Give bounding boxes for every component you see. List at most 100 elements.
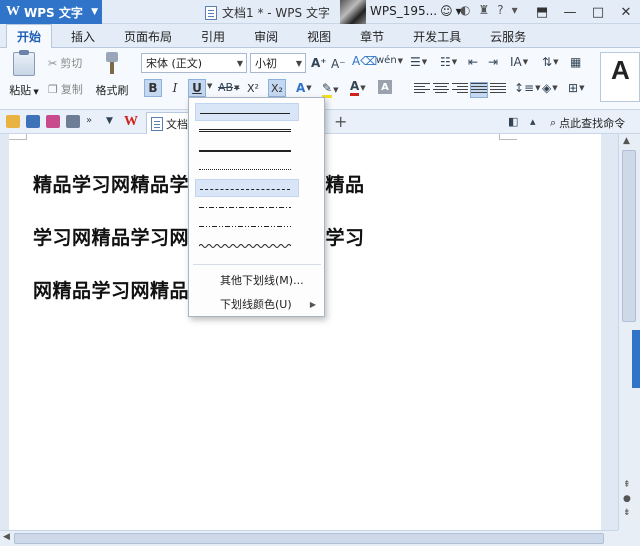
bullet-list-button[interactable]: ☰ ▼ (410, 55, 427, 69)
align-left-icon[interactable] (414, 83, 430, 97)
open-folder-icon[interactable] (6, 115, 20, 128)
strike-icon: AB (218, 81, 234, 94)
export-icon[interactable] (46, 115, 60, 128)
line-spacing-button[interactable]: ↕≡ ▼ (514, 81, 541, 95)
underline-dropdown[interactable]: ▼ (207, 82, 212, 90)
number-list-button[interactable]: ☷ ▼ (440, 55, 457, 69)
prev-page-icon[interactable]: ⇞ (623, 480, 631, 490)
sort-button[interactable]: ⇅ ▼ (542, 55, 558, 69)
char-shading-icon[interactable]: A (378, 80, 392, 94)
shrink-font-button[interactable]: A⁻ (331, 57, 346, 71)
tab-references[interactable]: 引用 (191, 25, 235, 47)
d-icon[interactable]: ◧ (508, 115, 518, 128)
style-sample: A (611, 55, 630, 85)
other-underline-item[interactable]: 其他下划线(M)... (189, 269, 324, 291)
skin-icon[interactable]: ◐ (460, 3, 470, 17)
app-menu-button[interactable]: W WPS 文字 ▼ (0, 0, 102, 24)
scroll-corner (618, 530, 640, 546)
underline-button[interactable]: U (188, 79, 206, 97)
user-account[interactable]: WPS_195... ☺ ▼ (370, 4, 462, 18)
underline-double-option[interactable] (195, 122, 299, 140)
border-icon: ⊞ (568, 81, 579, 95)
tab-insert[interactable]: 插入 (61, 25, 105, 47)
subscript-button[interactable]: X₂ (268, 79, 286, 97)
title-bar: W WPS 文字 ▼ 文档1 * - WPS 文字 WPS_195... ☺ ▼… (0, 0, 640, 24)
decrease-indent-icon[interactable]: ⇤ (468, 55, 478, 69)
cut-button[interactable]: ✂ 剪切 (48, 55, 82, 71)
table-icon[interactable]: ▦ (570, 55, 581, 69)
avatar[interactable] (340, 0, 366, 24)
border-button[interactable]: ⊞ ▼ (568, 81, 584, 95)
underline-dashed-option[interactable] (195, 179, 299, 197)
close-icon[interactable]: ✕ (612, 0, 640, 24)
tab-page-layout[interactable]: 页面布局 (114, 25, 182, 47)
grow-font-button[interactable]: A⁺ (311, 56, 327, 70)
tab-view[interactable]: 视图 (297, 25, 341, 47)
horizontal-scrollbar[interactable]: ◀ (0, 530, 618, 546)
chevron-right-icon: ▶ (309, 299, 316, 309)
tab-section[interactable]: 章节 (350, 25, 394, 47)
shading-button[interactable]: ◈ ▼ (542, 81, 558, 95)
chevron-down-icon[interactable]: ▼ (106, 116, 113, 126)
underline-thick-option[interactable] (195, 141, 299, 159)
format-painter-button[interactable]: 格式刷 (92, 52, 132, 98)
margin-mark (499, 134, 517, 140)
phonetic-button[interactable]: wén ▼ (376, 55, 403, 66)
align-center-icon[interactable] (433, 83, 449, 97)
tab-cloud[interactable]: 云服务 (480, 25, 536, 47)
format-painter-label: 格式刷 (95, 84, 129, 97)
text-direction-button[interactable]: ΙA ▼ (510, 55, 528, 69)
more-tools-icon[interactable]: » (86, 115, 92, 126)
more-icon[interactable]: ▾ (512, 3, 518, 17)
font-name-select[interactable]: 宋体 (正文) ▼ (141, 53, 247, 73)
help-icon[interactable]: ? (497, 3, 503, 17)
font-size-select[interactable]: 小初 ▼ (250, 53, 306, 73)
window-title: 文档1 * - WPS 文字 (205, 4, 330, 21)
underline-single-option[interactable] (195, 103, 299, 121)
tab-home[interactable]: 开始 (6, 24, 53, 48)
paste-button[interactable]: 粘贴 ▼ (6, 50, 42, 98)
next-page-icon[interactable]: ⇟ (623, 508, 631, 518)
minimize-icon[interactable]: — (556, 0, 584, 24)
scroll-thumb[interactable] (622, 150, 636, 322)
underline-color-item[interactable]: 下划线颜色(U) ▶ (189, 293, 324, 315)
underline-dotted-option[interactable] (195, 160, 299, 178)
print-icon[interactable] (66, 115, 80, 128)
maximize-icon[interactable]: □ (584, 0, 612, 24)
text-effect-button[interactable]: A ▼ (296, 81, 312, 95)
eraser-icon: A⌫ (352, 54, 378, 68)
copy-button[interactable]: ❐ 复制 (48, 81, 83, 97)
document-tab[interactable]: 文档 (146, 112, 192, 134)
save-icon[interactable] (26, 115, 40, 128)
tab-review[interactable]: 审阅 (244, 25, 288, 47)
underline-dash-dot-dot-option[interactable] (195, 217, 299, 235)
strikethrough-button[interactable]: AB ▼ (218, 81, 239, 94)
bold-button[interactable]: B (144, 79, 162, 97)
clear-format-button[interactable]: A⌫ (352, 54, 377, 68)
scissors-icon: ✂ (48, 56, 58, 70)
new-tab-icon[interactable]: + (334, 112, 347, 131)
restore-icon[interactable]: ⬒ (528, 0, 556, 24)
scroll-left-icon[interactable]: ◀ (3, 532, 10, 542)
increase-indent-icon[interactable]: ⇥ (488, 55, 498, 69)
wps-logo-icon[interactable]: W (124, 114, 138, 130)
superscript-button[interactable]: X² (244, 79, 262, 97)
scroll-up-icon[interactable]: ▲ (623, 136, 630, 146)
tab-developer[interactable]: 开发工具 (403, 25, 471, 47)
style-gallery[interactable]: A (600, 52, 640, 102)
side-panel-tab[interactable] (632, 330, 640, 388)
scroll-thumb[interactable] (14, 533, 604, 544)
collapse-ribbon-icon[interactable]: ▴ (530, 115, 536, 128)
command-search[interactable]: ⌕ 点此查找命令 (550, 115, 625, 131)
italic-button[interactable]: I (166, 79, 184, 97)
distribute-icon[interactable] (490, 83, 506, 97)
select-browse-icon[interactable]: ● (623, 494, 631, 504)
shirt-icon[interactable]: ♜ (478, 3, 489, 17)
justify-icon[interactable] (470, 82, 488, 98)
doc-title-text: 文档1 * - WPS 文字 (222, 6, 330, 20)
font-color-button[interactable]: A ▼ (350, 80, 366, 96)
align-right-icon[interactable] (452, 83, 468, 97)
underline-dash-dot-option[interactable] (195, 198, 299, 216)
underline-wavy-option[interactable] (195, 236, 299, 254)
highlight-button[interactable]: ✎ ▼ (322, 81, 338, 98)
